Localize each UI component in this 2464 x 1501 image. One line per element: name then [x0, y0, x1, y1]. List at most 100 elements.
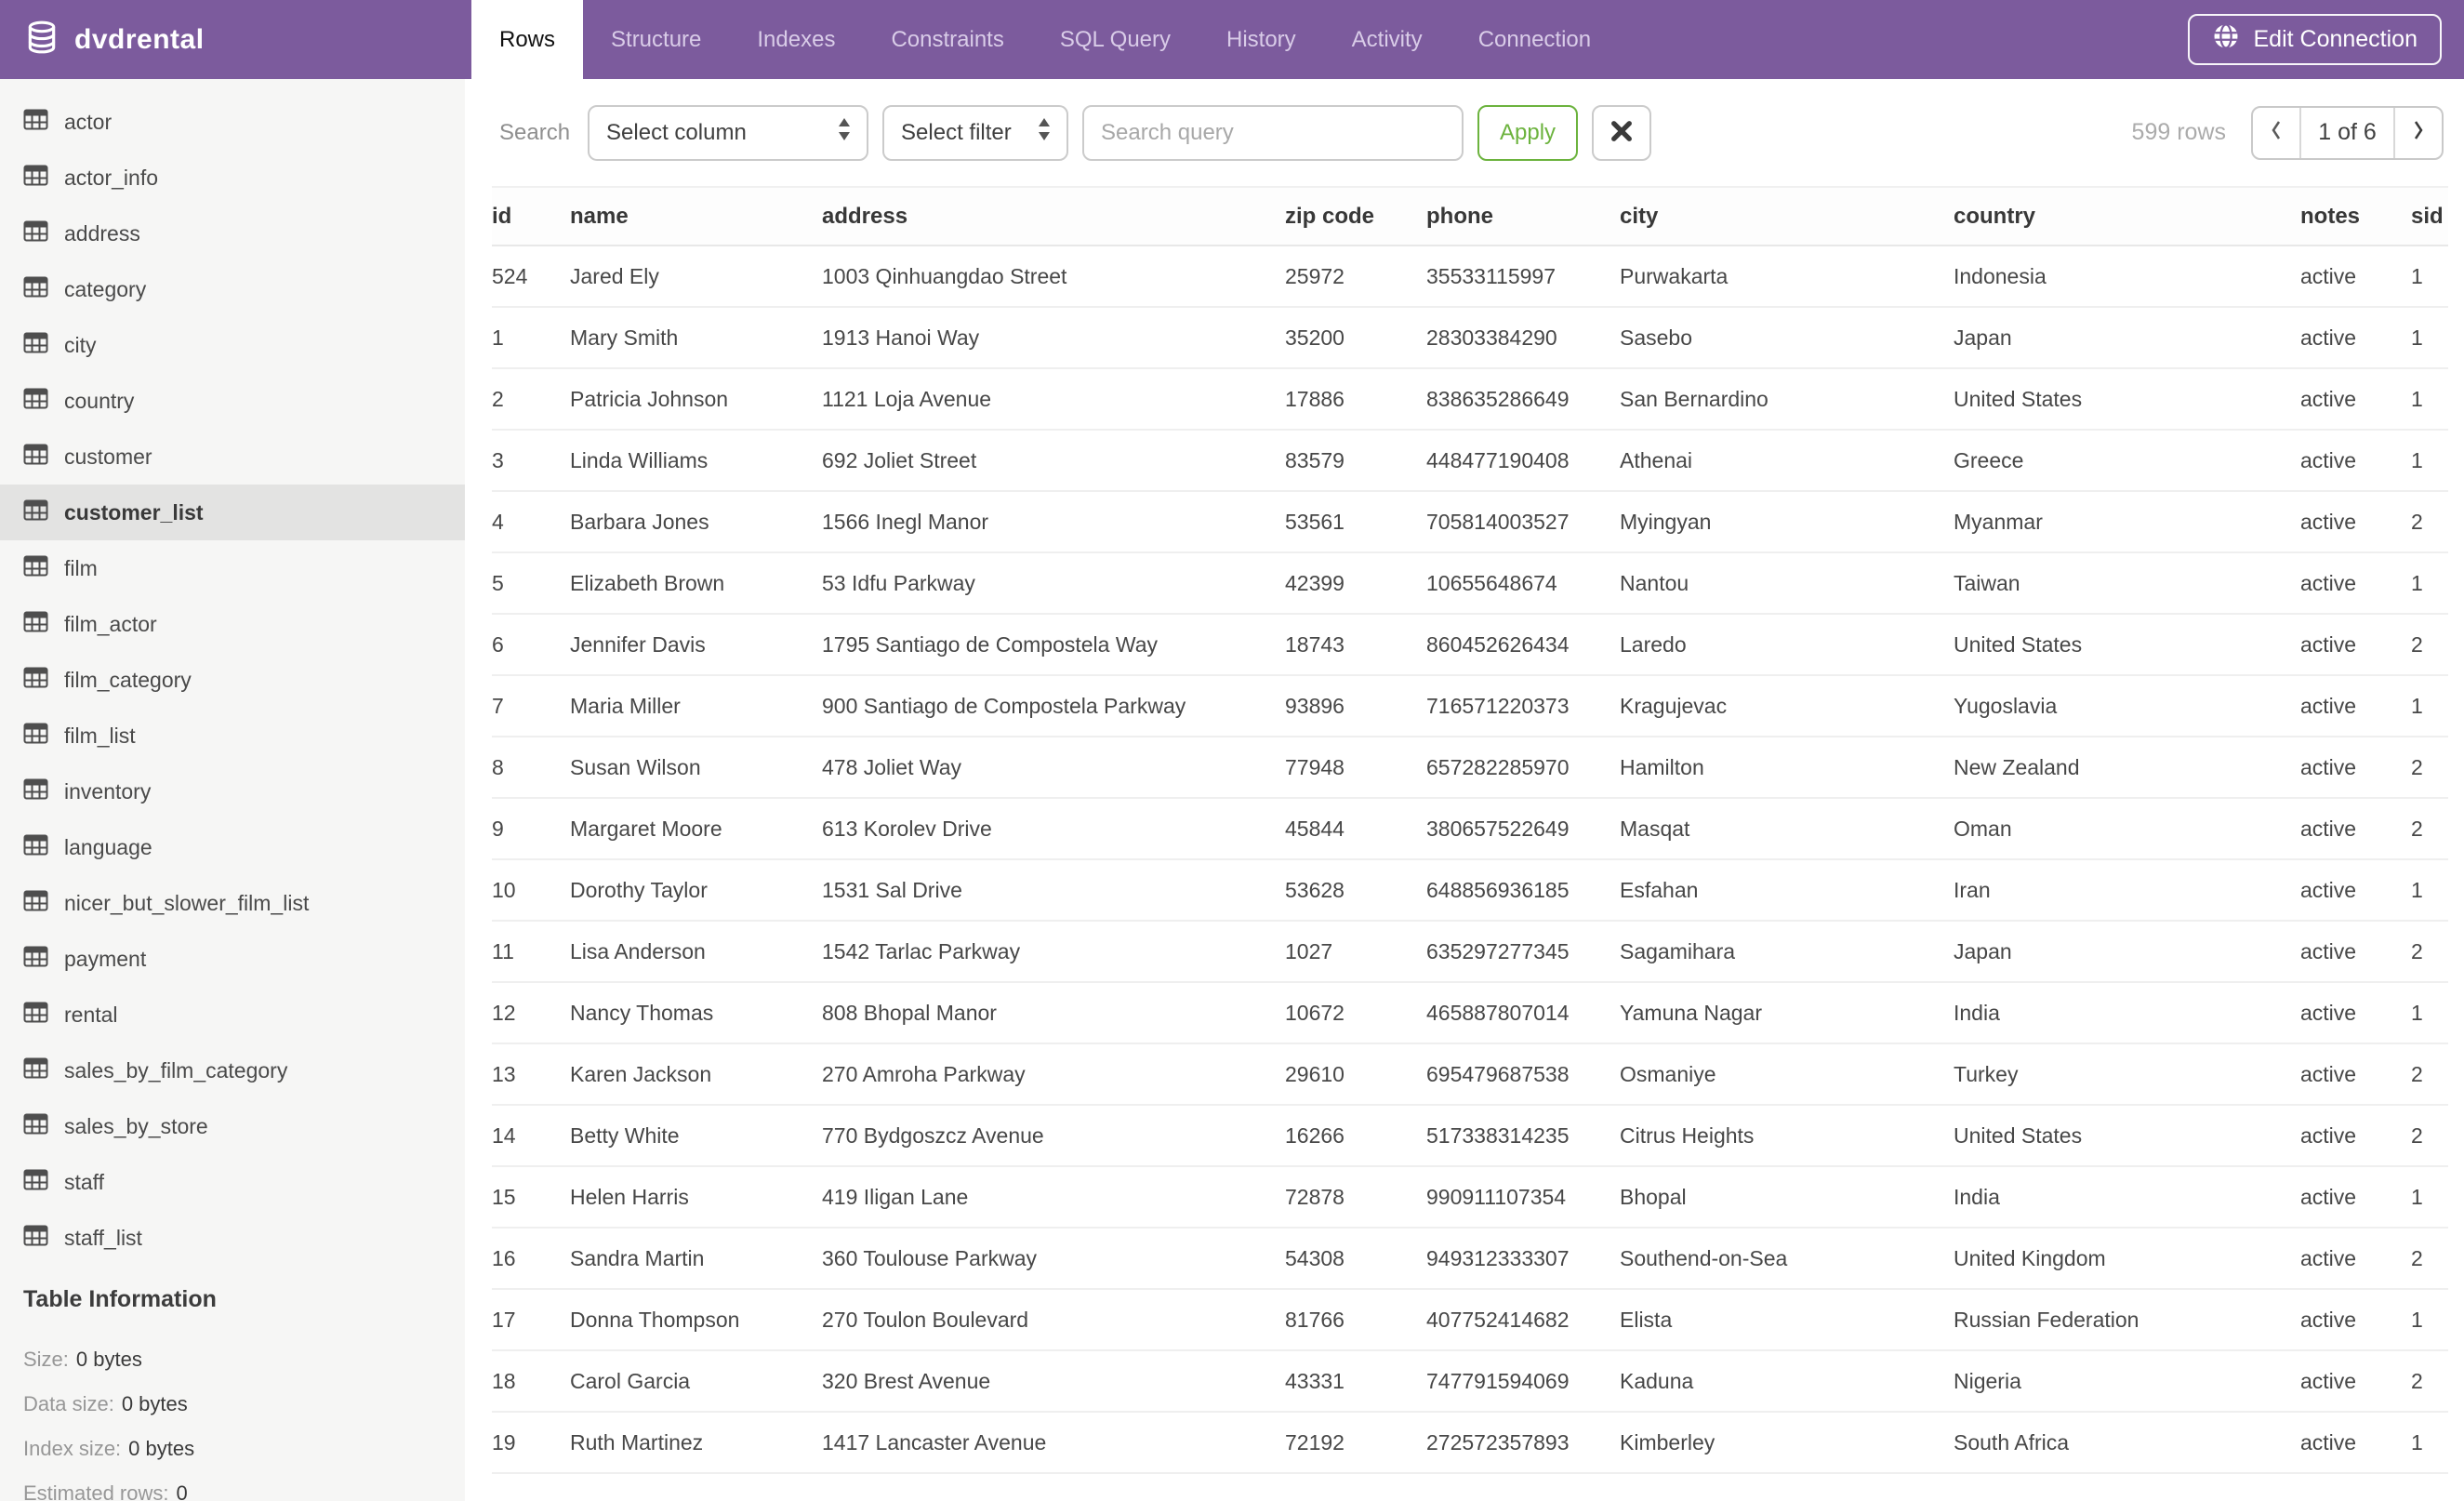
table-row[interactable]: 1 Mary Smith 1913 Hanoi Way 35200 2830338429… — [492, 307, 2448, 369]
sidebar-item-country[interactable]: country — [0, 373, 465, 429]
tab-history[interactable]: History — [1199, 0, 1324, 79]
cell-sid: 1 — [2411, 859, 2448, 922]
cell-sid: 1 — [2411, 1412, 2448, 1474]
table-grid-icon — [23, 611, 48, 638]
sidebar-item-sales_by_store[interactable]: sales_by_store — [0, 1098, 465, 1154]
table-row[interactable]: 9 Margaret Moore 613 Korolev Drive 45844 380… — [492, 798, 2448, 860]
table-row[interactable]: 2 Patricia Johnson 1121 Loja Avenue 17886 83… — [492, 368, 2448, 431]
tab-constraints[interactable]: Constraints — [863, 0, 1031, 79]
cell-name: Karen Jackson — [570, 1043, 822, 1106]
table-row[interactable]: 10 Dorothy Taylor 1531 Sal Drive 53628 64885… — [492, 859, 2448, 922]
tab-indexes[interactable]: Indexes — [729, 0, 863, 79]
tab-connection[interactable]: Connection — [1451, 0, 1619, 79]
tab-activity[interactable]: Activity — [1324, 0, 1451, 79]
sidebar-item-inventory[interactable]: inventory — [0, 764, 465, 819]
sidebar-item-label: staff_list — [64, 1225, 142, 1250]
apply-button[interactable]: Apply — [1477, 104, 1579, 161]
column-header-notes[interactable]: notes — [2300, 186, 2411, 246]
sidebar-item-city[interactable]: city — [0, 317, 465, 373]
sidebar-item-sales_by_film_category[interactable]: sales_by_film_category — [0, 1043, 465, 1098]
cell-name: Sandra Martin — [570, 1228, 822, 1290]
column-header-sid[interactable]: sid — [2411, 186, 2448, 246]
sidebar-item-payment[interactable]: payment — [0, 931, 465, 987]
brand: dvdrental — [0, 0, 465, 79]
info-label: Data size: — [23, 1392, 114, 1415]
sidebar-item-customer[interactable]: customer — [0, 429, 465, 485]
cell-sid: 2 — [2411, 614, 2448, 676]
tab-bar: Rows Structure Indexes Constraints SQL Query… — [471, 0, 1619, 79]
sidebar-item-film[interactable]: film — [0, 540, 465, 596]
column-header-phone[interactable]: phone — [1426, 186, 1620, 246]
sidebar-item-language[interactable]: language — [0, 819, 465, 875]
table-row[interactable]: 19 Ruth Martinez 1417 Lancaster Avenue 7219… — [492, 1412, 2448, 1474]
edit-connection-label: Edit Connection — [2253, 26, 2418, 52]
cell-phone: 407752414682 — [1426, 1289, 1620, 1351]
cell-name: Ruth Martinez — [570, 1412, 822, 1474]
cell-country: United Kingdom — [1954, 1228, 2300, 1290]
cell-zip_code: 16266 — [1285, 1105, 1426, 1167]
column-header-country[interactable]: country — [1954, 186, 2300, 246]
cell-id: 13 — [492, 1043, 570, 1106]
sidebar-item-label: customer — [64, 444, 152, 469]
sidebar-item-nicer_but_slower_film_list[interactable]: nicer_but_slower_film_list — [0, 875, 465, 931]
tab-rows[interactable]: Rows — [471, 0, 584, 79]
sidebar-item-actor_info[interactable]: actor_info — [0, 150, 465, 206]
cell-name: Helen Harris — [570, 1166, 822, 1229]
filter-select[interactable]: Select filter — [882, 104, 1069, 161]
sidebar-item-staff_list[interactable]: staff_list — [0, 1210, 465, 1266]
table-row[interactable]: 4 Barbara Jones 1566 Inegl Manor 53561 70581… — [492, 491, 2448, 553]
sidebar-item-staff[interactable]: staff — [0, 1154, 465, 1210]
column-header-name[interactable]: name — [570, 186, 822, 246]
sidebar-item-film_actor[interactable]: film_actor — [0, 596, 465, 652]
cell-country: United States — [1954, 614, 2300, 676]
sidebar-item-address[interactable]: address — [0, 206, 465, 261]
table-row[interactable]: 13 Karen Jackson 270 Amroha Parkway 29610 69… — [492, 1043, 2448, 1106]
previous-page-button[interactable] — [2253, 108, 2299, 158]
column-header-id[interactable]: id — [492, 186, 570, 246]
column-header-city[interactable]: city — [1620, 186, 1954, 246]
cell-city: Purwakarta — [1620, 246, 1954, 308]
table-row[interactable]: 18 Carol Garcia 320 Brest Avenue 43331 74779… — [492, 1350, 2448, 1413]
cell-name: Patricia Johnson — [570, 368, 822, 431]
edit-connection-button[interactable]: Edit Connection — [2188, 14, 2442, 65]
sidebar-item-category[interactable]: category — [0, 261, 465, 317]
table-row[interactable]: 11 Lisa Anderson 1542 Tarlac Parkway 1027 63… — [492, 921, 2448, 983]
cell-city: Southend-on-Sea — [1620, 1228, 1954, 1290]
sidebar-item-film_category[interactable]: film_category — [0, 652, 465, 708]
top-bar: dvdrental Rows Structure Indexes Constraint… — [0, 0, 2464, 79]
next-page-button[interactable] — [2395, 108, 2442, 158]
cell-city: Hamilton — [1620, 737, 1954, 799]
table-row[interactable]: 12 Nancy Thomas 808 Bhopal Manor 10672 46588… — [492, 982, 2448, 1044]
table-row[interactable]: 15 Helen Harris 419 Iligan Lane 72878 990911… — [492, 1166, 2448, 1229]
cell-address: 270 Amroha Parkway — [822, 1043, 1285, 1106]
table-row[interactable]: 7 Maria Miller 900 Santiago de Compostela … — [492, 675, 2448, 737]
cell-country: India — [1954, 1166, 2300, 1229]
table-information-item: Estimated rows: 0 — [23, 1471, 465, 1501]
cell-id: 9 — [492, 798, 570, 860]
table-row[interactable]: 6 Jennifer Davis 1795 Santiago de Composte… — [492, 614, 2448, 676]
column-header-address[interactable]: address — [822, 186, 1285, 246]
sidebar-item-actor[interactable]: actor — [0, 94, 465, 150]
cell-zip_code: 72192 — [1285, 1412, 1426, 1474]
tab-sql-query[interactable]: SQL Query — [1032, 0, 1199, 79]
sidebar-item-label: film_actor — [64, 611, 157, 636]
table-row[interactable]: 17 Donna Thompson 270 Toulon Boulevard 8176… — [492, 1289, 2448, 1351]
tab-structure[interactable]: Structure — [583, 0, 729, 79]
table-row[interactable]: 3 Linda Williams 692 Joliet Street 83579 448… — [492, 430, 2448, 492]
table-grid-icon — [23, 723, 48, 750]
sidebar-item-film_list[interactable]: film_list — [0, 708, 465, 764]
table-row[interactable]: 16 Sandra Martin 360 Toulouse Parkway 54308… — [492, 1228, 2448, 1290]
search-query-input[interactable] — [1082, 104, 1464, 161]
cell-phone: 465887807014 — [1426, 982, 1620, 1044]
table-row[interactable]: 5 Elizabeth Brown 53 Idfu Parkway 42399 1065… — [492, 552, 2448, 615]
sidebar-item-rental[interactable]: rental — [0, 987, 465, 1043]
sidebar-item-customer_list[interactable]: customer_list — [0, 485, 465, 540]
column-select[interactable]: Select column — [588, 104, 869, 161]
clear-search-button[interactable] — [1592, 104, 1652, 161]
table-row[interactable]: 14 Betty White 770 Bydgoszcz Avenue 16266 51… — [492, 1105, 2448, 1167]
cell-phone: 380657522649 — [1426, 798, 1620, 860]
table-grid-icon — [23, 220, 48, 247]
table-row[interactable]: 524 Jared Ely 1003 Qinhuangdao Street 25972… — [492, 246, 2448, 308]
column-header-zip_code[interactable]: zip code — [1285, 186, 1426, 246]
table-row[interactable]: 8 Susan Wilson 478 Joliet Way 77948 65728228… — [492, 737, 2448, 799]
